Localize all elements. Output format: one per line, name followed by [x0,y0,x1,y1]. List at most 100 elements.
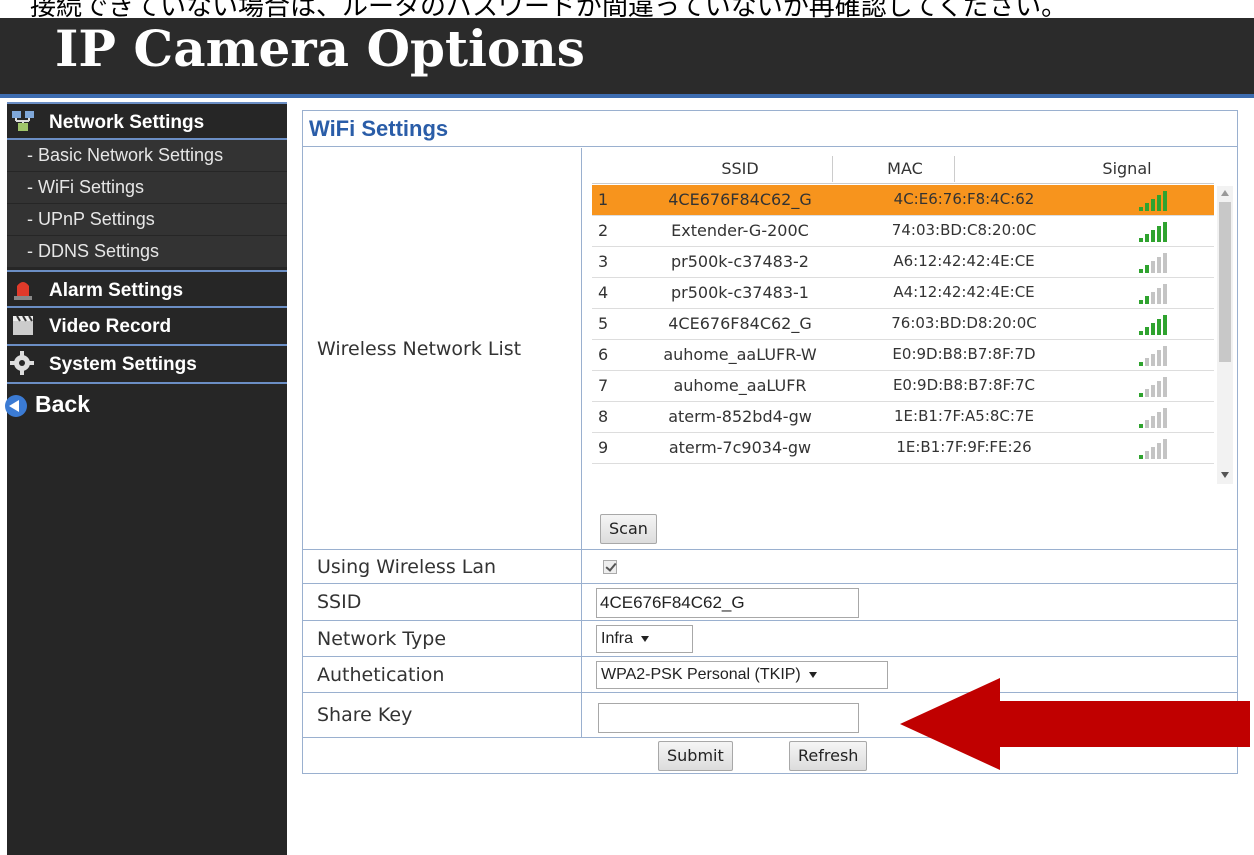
using-wireless-lan-checkbox[interactable] [603,560,617,574]
signal-bar [1163,377,1167,397]
wireless-network-list-row: Wireless Network List SSID MAC Signal 1 4… [303,148,1237,550]
signal-bar [1151,230,1155,242]
row-ssid: Extender-G-200C [671,221,809,240]
signal-bar [1163,191,1167,211]
red-arrow-annotation [900,678,1250,770]
sidebar-item-label: Network Settings [49,112,205,133]
sidebar-item-ddns-settings[interactable]: - DDNS Settings [7,236,287,267]
authentication-label: Authetication [317,663,445,686]
gear-icon [10,351,34,375]
sidebar-item-system-settings[interactable]: System Settings [7,346,287,384]
scroll-down-icon[interactable] [1221,472,1229,478]
signal-bar [1151,416,1155,428]
column-header-ssid: SSID [721,159,759,178]
sidebar-item-basic-network-settings[interactable]: - Basic Network Settings [7,140,287,171]
signal-bar [1151,354,1155,366]
table-row[interactable]: 7 auhome_aaLUFR E0:9D:B8:B7:8F:7C [592,371,1214,402]
wireless-network-list-label: Wireless Network List [317,337,522,360]
row-number: 1 [598,190,609,209]
authentication-value: WPA2-PSK Personal (TKIP) [601,666,801,683]
signal-bar [1157,443,1161,459]
row-number: 4 [598,283,609,302]
row-ssid: aterm-852bd4-gw [668,407,812,426]
back-label: Back [35,391,90,417]
table-row[interactable]: 9 aterm-7c9034-gw 1E:B1:7F:9F:FE:26 [592,433,1214,464]
signal-bar [1145,265,1149,273]
sidebar-item-video-record[interactable]: Video Record [7,308,287,346]
ssid-input[interactable]: 4CE676F84C62_G [596,588,859,618]
label-cell: SSID [303,584,582,620]
sidebar: Network Settings - Basic Network Setting… [5,102,287,855]
signal-bar [1163,284,1167,304]
label-cell: Using Wireless Lan [303,550,582,583]
row-number: 9 [598,438,609,457]
row-number: 7 [598,376,609,395]
table-row[interactable]: 8 aterm-852bd4-gw 1E:B1:7F:A5:8C:7E [592,402,1214,433]
signal-strength-icon [1139,189,1179,211]
sidebar-item-network-settings[interactable]: Network Settings [7,102,287,140]
signal-strength-icon [1139,282,1179,304]
refresh-button[interactable]: Refresh [789,741,868,771]
table-row[interactable]: 4 pr500k-c37483-1 A4:12:42:42:4E:CE [592,278,1214,309]
caption-text: 接続できていない場合は、ルータのパスワードが間違っていないか再確認してください。 [30,0,1068,18]
back-arrow-icon [5,395,27,417]
chevron-down-icon [641,635,650,642]
signal-bar [1139,362,1143,366]
signal-bar [1157,257,1161,273]
row-mac: A4:12:42:42:4E:CE [893,283,1035,301]
signal-bar [1145,389,1149,397]
back-button[interactable]: Back [5,387,287,423]
row-mac: E0:9D:B8:B7:8F:7C [892,376,1036,394]
row-ssid: 4CE676F84C62_G [668,190,812,209]
submit-button[interactable]: Submit [658,741,733,771]
label-cell: Network Type [303,621,582,656]
row-number: 3 [598,252,609,271]
signal-bar [1139,455,1143,459]
table-row[interactable]: 1 4CE676F84C62_G 4C:E6:76:F8:4C:62 [592,185,1214,216]
signal-bar [1145,327,1149,335]
title-underline [0,94,1254,98]
signal-strength-icon [1139,375,1179,397]
row-mac: E0:9D:B8:B7:8F:7D [892,345,1036,363]
signal-strength-icon [1139,220,1179,242]
scroll-thumb[interactable] [1219,202,1231,362]
row-ssid: 4CE676F84C62_G [668,314,812,333]
signal-bar [1151,199,1155,211]
signal-bar [1145,420,1149,428]
signal-bar [1145,358,1149,366]
sidebar-item-label: Video Record [49,316,172,337]
table-row[interactable]: 6 auhome_aaLUFR-W E0:9D:B8:B7:8F:7D [592,340,1214,371]
scrollbar[interactable] [1217,186,1233,484]
signal-bar [1163,222,1167,242]
wireless-network-table[interactable]: SSID MAC Signal 1 4CE676F84C62_G 4C:E6:76:… [592,154,1233,484]
signal-bar [1139,331,1143,335]
table-row[interactable]: 2 Extender-G-200C 74:03:BD:C8:20:0C [592,216,1214,247]
table-row[interactable]: 5 4CE676F84C62_G 76:03:BD:D8:20:0C [592,309,1214,340]
table-row[interactable]: 3 pr500k-c37483-2 A6:12:42:42:4E:CE [592,247,1214,278]
share-key-input[interactable] [598,703,859,733]
row-mac: A6:12:42:42:4E:CE [893,252,1035,270]
network-type-label: Network Type [317,627,447,650]
sidebar-item-label: Alarm Settings [49,280,184,301]
network-type-select[interactable]: Infra [596,625,693,653]
scroll-up-icon[interactable] [1221,190,1229,196]
sidebar-item-upnp-settings[interactable]: - UPnP Settings [7,204,287,235]
signal-bar [1157,288,1161,304]
sidebar-item-label: - DDNS Settings [27,241,160,261]
network-icon [12,111,34,131]
row-ssid: pr500k-c37483-2 [671,252,809,271]
label-cell: Wireless Network List [303,148,582,549]
signal-strength-icon [1139,313,1179,335]
sidebar-item-alarm-settings[interactable]: Alarm Settings [7,270,287,308]
row-number: 8 [598,407,609,426]
signal-bar [1151,385,1155,397]
authentication-select[interactable]: WPA2-PSK Personal (TKIP) [596,661,888,689]
signal-bar [1139,393,1143,397]
sidebar-item-label: - WiFi Settings [27,177,145,197]
signal-bar [1145,234,1149,242]
sidebar-item-wifi-settings[interactable]: - WiFi Settings [7,172,287,203]
signal-bar [1145,296,1149,304]
signal-bar [1139,300,1143,304]
title-bar: IP Camera Options [0,18,1254,98]
scan-button[interactable]: Scan [600,514,657,544]
